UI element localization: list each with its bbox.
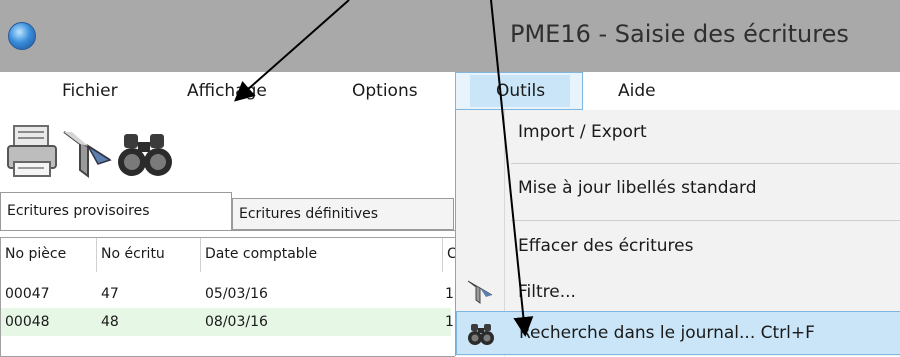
cell-no-piece: 00047 — [5, 286, 50, 302]
cell-no-ecriture: 47 — [101, 286, 119, 302]
menu-fichier[interactable]: Fichier — [62, 72, 118, 110]
window-title: PME16 - Saisie des écritures — [510, 20, 849, 48]
table-row[interactable]: 00048 48 08/03/16 1 — [1, 308, 454, 336]
cell-date: 05/03/16 — [205, 286, 268, 302]
menu-outils[interactable]: Outils — [455, 72, 583, 110]
cell-c: 1 — [445, 314, 454, 330]
menu-item-label: Mise à jour libellés standard — [518, 178, 757, 198]
menu-item-recherche-journal[interactable]: Recherche dans le journal... Ctrl+F — [456, 311, 900, 355]
cell-no-ecriture: 48 — [101, 314, 119, 330]
binoculars-icon[interactable] — [116, 126, 174, 184]
title-bar: PME16 - Saisie des écritures — [0, 0, 900, 72]
outils-dropdown-menu: Import / Export Mise à jour libellés sta… — [455, 110, 900, 356]
main-panel: Ecritures provisoires Ecritures définiti… — [0, 110, 456, 357]
tab-ecritures-definitives[interactable]: Ecritures définitives — [232, 198, 454, 230]
app-logo-icon[interactable] — [8, 22, 36, 50]
menu-item-filtre[interactable]: Filtre... — [456, 270, 900, 314]
table-row[interactable]: 00047 47 05/03/16 1 — [1, 280, 454, 308]
menu-separator — [511, 220, 900, 221]
menu-item-label: Effacer des écritures — [518, 236, 694, 256]
menu-item-label: Filtre... — [518, 282, 576, 302]
menu-bar: Fichier Affichage Options Outils Aide — [0, 72, 900, 110]
journal-grid: No pièce No écritu Date comptable C 0004… — [0, 230, 456, 357]
menu-item-label: Recherche dans le journal... Ctrl+F — [519, 323, 815, 343]
menu-separator — [511, 163, 900, 164]
cell-date: 08/03/16 — [205, 314, 268, 330]
cell-c: 1 — [445, 286, 454, 302]
filter-funnel-icon — [467, 280, 493, 304]
column-header-date-comptable[interactable]: Date comptable — [201, 238, 443, 272]
menu-outils-label: Outils — [496, 81, 546, 101]
menu-aide[interactable]: Aide — [618, 72, 656, 110]
column-header-no-ecriture[interactable]: No écritu — [97, 238, 201, 272]
menu-item-label: Import / Export — [518, 122, 647, 142]
cell-no-piece: 00048 — [5, 314, 50, 330]
menu-item-import-export[interactable]: Import / Export — [456, 110, 900, 154]
menu-item-mise-a-jour[interactable]: Mise à jour libellés standard — [456, 166, 900, 210]
printer-icon[interactable] — [4, 122, 62, 180]
menu-options[interactable]: Options — [352, 72, 418, 110]
tab-ecritures-provisoires[interactable]: Ecritures provisoires — [0, 192, 232, 230]
menu-item-effacer[interactable]: Effacer des écritures — [456, 224, 900, 268]
menu-affichage[interactable]: Affichage — [187, 72, 267, 110]
column-header-no-piece[interactable]: No pièce — [1, 238, 97, 272]
binoculars-icon — [468, 324, 494, 345]
filter-funnel-icon[interactable] — [58, 124, 116, 182]
